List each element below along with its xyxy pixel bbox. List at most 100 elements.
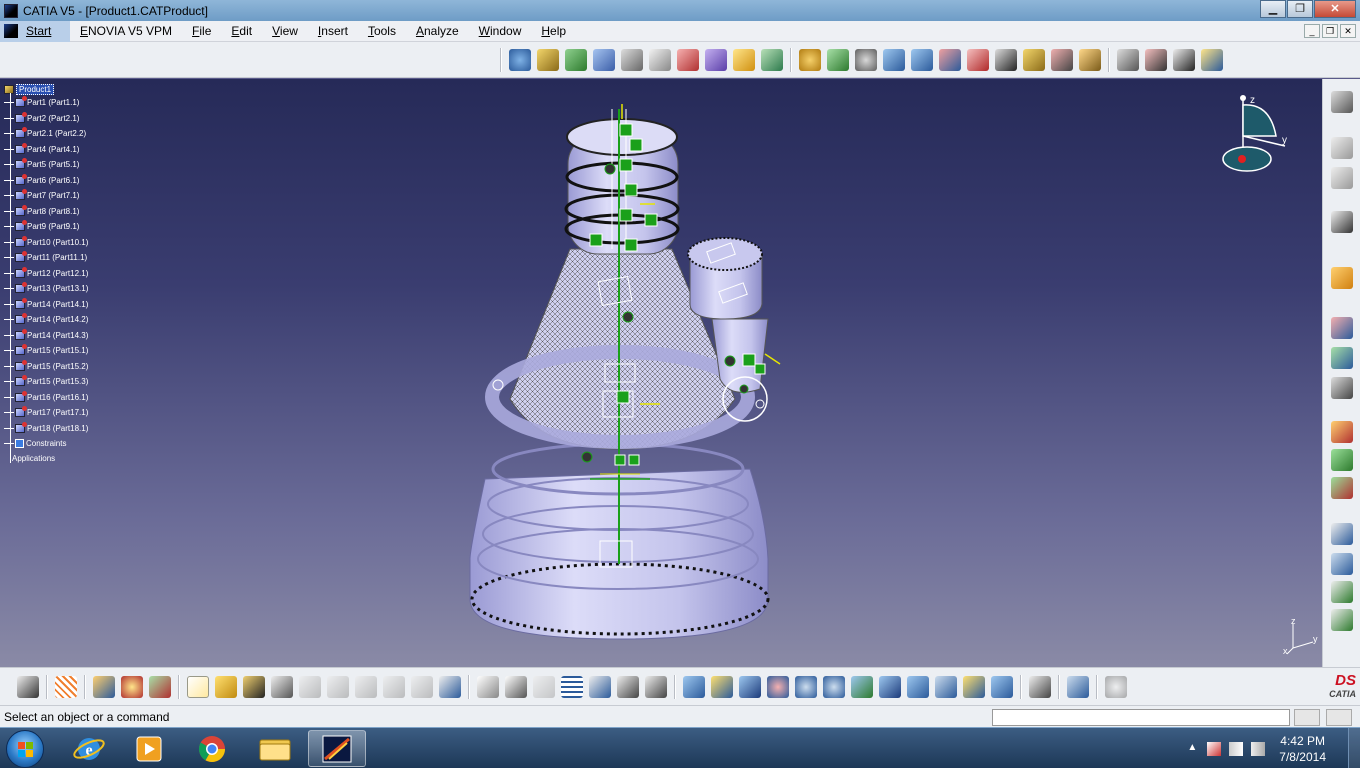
save-icon[interactable] xyxy=(243,676,265,698)
doc-close-button[interactable]: ✕ xyxy=(1340,24,1356,38)
lock-icon[interactable] xyxy=(617,676,639,698)
parameters-icon[interactable] xyxy=(645,676,667,698)
isometric-view-icon[interactable] xyxy=(907,676,929,698)
normal-view-icon[interactable] xyxy=(851,676,873,698)
manipulation-icon[interactable] xyxy=(705,49,727,71)
taskbar-file-explorer[interactable] xyxy=(246,730,304,767)
select-arrow-icon[interactable] xyxy=(1331,267,1353,289)
menu-analyze[interactable]: Analyze xyxy=(406,24,469,38)
menu-enovia[interactable]: ENOVIA V5 VPM xyxy=(70,24,182,38)
taskbar-media-player[interactable] xyxy=(120,730,178,767)
menu-window[interactable]: Window xyxy=(469,24,532,38)
catia-app-icon[interactable] xyxy=(4,3,18,18)
bill-of-material-icon[interactable] xyxy=(1331,449,1353,471)
menu-file[interactable]: File xyxy=(182,24,221,38)
update-all-icon[interactable] xyxy=(1105,676,1127,698)
change-constraint-icon[interactable] xyxy=(1023,49,1045,71)
material-icon[interactable] xyxy=(149,676,171,698)
catalog-icon[interactable] xyxy=(1331,137,1353,159)
grid-icon[interactable] xyxy=(55,676,77,698)
doc-restore-button[interactable]: ❐ xyxy=(1322,24,1338,38)
pan-icon[interactable] xyxy=(739,676,761,698)
coincidence-constraint-icon[interactable] xyxy=(799,49,821,71)
knowledge-icon[interactable] xyxy=(533,676,555,698)
analysis-icon[interactable] xyxy=(1145,49,1167,71)
show-desktop-button[interactable] xyxy=(1348,728,1360,768)
power-input-button[interactable] xyxy=(1294,709,1320,726)
sketch-icon[interactable] xyxy=(649,49,671,71)
shading-icon[interactable] xyxy=(935,676,957,698)
flexible-sub-assembly-icon[interactable] xyxy=(995,49,1017,71)
move-icon[interactable] xyxy=(1331,317,1353,339)
doc-minimize-button[interactable]: _ xyxy=(1304,24,1320,38)
section-icon[interactable] xyxy=(1331,553,1353,575)
taskbar-internet-explorer[interactable]: e xyxy=(60,730,118,767)
constraint-options-icon[interactable] xyxy=(1079,49,1101,71)
paste-icon[interactable] xyxy=(355,676,377,698)
offset-constraint-icon[interactable] xyxy=(855,49,877,71)
update-icon[interactable] xyxy=(733,49,755,71)
taskbar-clock[interactable]: 4:42 PM 7/8/2014 xyxy=(1279,733,1326,765)
taskbar-chrome[interactable] xyxy=(183,730,241,767)
fix-together-icon[interactable] xyxy=(939,49,961,71)
new-component-icon[interactable] xyxy=(509,49,531,71)
fit-all-icon[interactable] xyxy=(711,676,733,698)
render-icon[interactable] xyxy=(121,676,143,698)
scenes-icon[interactable] xyxy=(1331,477,1353,499)
multi-view-icon[interactable] xyxy=(879,676,901,698)
undo-icon[interactable] xyxy=(383,676,405,698)
formula-icon[interactable] xyxy=(477,676,499,698)
tools-palette-icon[interactable] xyxy=(1331,211,1353,233)
menu-start[interactable]: Start xyxy=(0,20,70,42)
menu-insert[interactable]: Insert xyxy=(308,24,358,38)
fly-mode-icon[interactable] xyxy=(683,676,705,698)
new-file-icon[interactable] xyxy=(187,676,209,698)
command-input[interactable] xyxy=(992,709,1290,726)
print-icon[interactable] xyxy=(271,676,293,698)
settings-gear-icon[interactable] xyxy=(1331,91,1353,113)
status-toggle-button[interactable] xyxy=(1326,709,1352,726)
catalog-browser-icon[interactable] xyxy=(1331,167,1353,189)
measure-between-icon[interactable] xyxy=(1067,676,1089,698)
3d-viewport[interactable]: Product1 Part1 (Part1.1) Part2 (Part2.1) P… xyxy=(0,79,1322,667)
snap-icon[interactable] xyxy=(1201,49,1223,71)
existing-component-icon[interactable] xyxy=(593,49,615,71)
network-icon[interactable] xyxy=(1229,741,1244,756)
tree-structure-icon[interactable] xyxy=(589,676,611,698)
catalog-tool-icon[interactable] xyxy=(93,676,115,698)
publication-icon[interactable] xyxy=(1331,421,1353,443)
menu-view[interactable]: View xyxy=(262,24,308,38)
snap-tool-icon[interactable] xyxy=(1331,347,1353,369)
close-button[interactable]: ✕ xyxy=(1314,0,1356,18)
taskbar-catia[interactable] xyxy=(308,730,366,767)
reuse-pattern-icon[interactable] xyxy=(1051,49,1073,71)
hide-show-icon[interactable] xyxy=(963,676,985,698)
maximize-button[interactable]: ❐ xyxy=(1287,0,1313,18)
clash-icon[interactable] xyxy=(677,49,699,71)
smart-move-icon[interactable] xyxy=(1331,377,1353,399)
zoom-out-icon[interactable] xyxy=(823,676,845,698)
compass[interactable]: z y xyxy=(1210,91,1290,181)
constraint-analysis-icon[interactable] xyxy=(1331,609,1353,631)
menu-edit[interactable]: Edit xyxy=(221,24,262,38)
new-product-icon[interactable] xyxy=(537,49,559,71)
menu-help[interactable]: Help xyxy=(531,24,576,38)
contact-constraint-icon[interactable] xyxy=(827,49,849,71)
show-hidden-icons-icon[interactable]: ▲ xyxy=(1185,742,1199,756)
compass-tool-icon[interactable] xyxy=(1173,49,1195,71)
measure-icon[interactable] xyxy=(1117,49,1139,71)
menu-tools[interactable]: Tools xyxy=(358,24,406,38)
rotate-icon[interactable] xyxy=(767,676,789,698)
windows-start-button[interactable] xyxy=(6,730,44,768)
3d-model[interactable] xyxy=(0,79,1322,667)
angle-constraint-icon[interactable] xyxy=(883,49,905,71)
new-part-icon[interactable] xyxy=(565,49,587,71)
redo-icon[interactable] xyxy=(411,676,433,698)
quick-constraint-icon[interactable] xyxy=(967,49,989,71)
zoom-in-icon[interactable] xyxy=(795,676,817,698)
camera-icon[interactable] xyxy=(17,676,39,698)
distance-analysis-icon[interactable] xyxy=(1331,581,1353,603)
comment-icon[interactable] xyxy=(505,676,527,698)
open-file-icon[interactable] xyxy=(215,676,237,698)
copy-icon[interactable] xyxy=(327,676,349,698)
